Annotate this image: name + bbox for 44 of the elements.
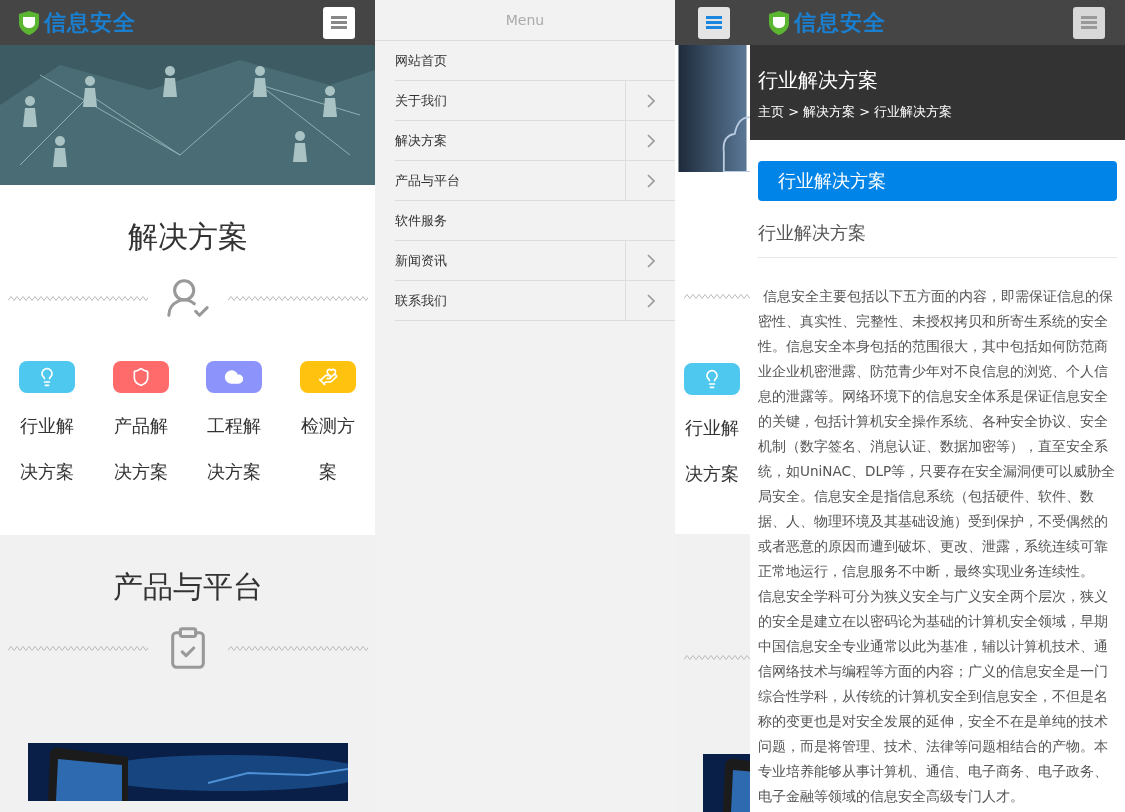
menu-icon [706,16,722,29]
menu-button[interactable] [323,6,355,39]
shield-logo-icon [17,9,41,36]
menu-item[interactable]: 联系我们 [395,281,625,320]
chevron-right-icon [646,173,655,188]
menu-item[interactable]: 产品与平台 [395,161,625,200]
menu-icon [331,16,347,29]
category-badge[interactable] [206,361,263,393]
page-title: 行业解决方案 [758,67,879,93]
menu-item[interactable]: 关于我们 [395,81,625,120]
breadcrumb[interactable]: 主页 > 解决方案 > 行业解决方案 [758,103,1117,121]
chevron-right-icon [646,93,655,108]
category-label[interactable]: 工程解决方案 [206,403,263,495]
menu-item[interactable]: 新闻资讯 [395,241,625,280]
zigzag-line [684,294,750,299]
category-label[interactable]: 产品解决方案 [112,403,169,495]
menu-button[interactable] [1073,6,1105,39]
zigzag-line [684,655,750,660]
cloud-icon [224,367,245,387]
category-badge[interactable] [112,361,169,393]
menu-item[interactable]: 解决方案 [395,121,625,160]
menu-button[interactable] [698,6,730,39]
category-badge[interactable] [300,361,357,393]
hands-icon [318,367,339,387]
article-heading: 行业解决方案 [758,221,1117,258]
category-bar[interactable]: 行业解决方案 [758,161,1117,201]
menu-item[interactable]: 软件服务 [395,201,675,240]
menu-icon [1081,16,1097,29]
category-label[interactable]: 行业解决方案 [18,403,75,495]
category-badge[interactable] [18,361,75,393]
article-paragraph: 信息安全主要包括以下五方面的内容，即需保证信息的保密性、真实性、完整性、未授权拷贝和所寄生系统的安全性。信息安全本身包括的范围很大，其中包括如何防范商业企业机密泄露、防范青少年对不良信息的浏览、个人信息的泄露等。网络环境下的信息安全体系是保证信息安全的关键，包括计算机安全操作系统、各种安全协议、安全机制（数字签名、消息认证、数据加密等），直至安全系统，如UniNAC、DLP等，只要存在安全漏洞便可以威胁全局安全。信息安全是指信息系统（包括硬件、软件、数据、人、物理环境及其基础设施）受到保护，不受偶然的或者恶意的原因而遭到破坏、更改、泄露，系统连续可靠正常地运行，信息服务不中断，最终实现业务连续性。 [758,287,1117,581]
category-label[interactable]: 行业解决方案 [684,405,740,497]
section-title: 解决方案 [127,218,248,256]
site-logo-text: 信息安全 [44,8,136,37]
chevron-right-icon [646,293,655,308]
article-paragraph: 信息安全学科可分为狭义安全与广义安全两个层次，狭义的安全是建立在以密码论为基础的计算机安全领域，早期中国信息安全专业通常以此为基准，辅以计算机技术、通信网络技术与编程等方面的内容；广义的信息安全是一门综合性学科，从传统的计算机安全到信息安全，不但是名称的变更也是对安全发展的延伸，安全不在是单纯的技术问题，而是将管理、技术、法律等问题相结合的产物。本专业培养能够从事计算机、通信、电子商务、电子政务、电子金融等领域的信息安全高级专门人才。 [758,587,1109,806]
category-badge[interactable] [684,363,740,395]
category-label[interactable]: 检测方案 [300,403,357,495]
shield-logo-icon [767,9,791,36]
menu-item[interactable]: 网站首页 [395,41,675,80]
chevron-right-icon [646,253,655,268]
chevron-right-icon [646,133,655,148]
section-title: 产品与平台 [112,568,263,606]
site-logo-text: 信息安全 [794,8,886,37]
